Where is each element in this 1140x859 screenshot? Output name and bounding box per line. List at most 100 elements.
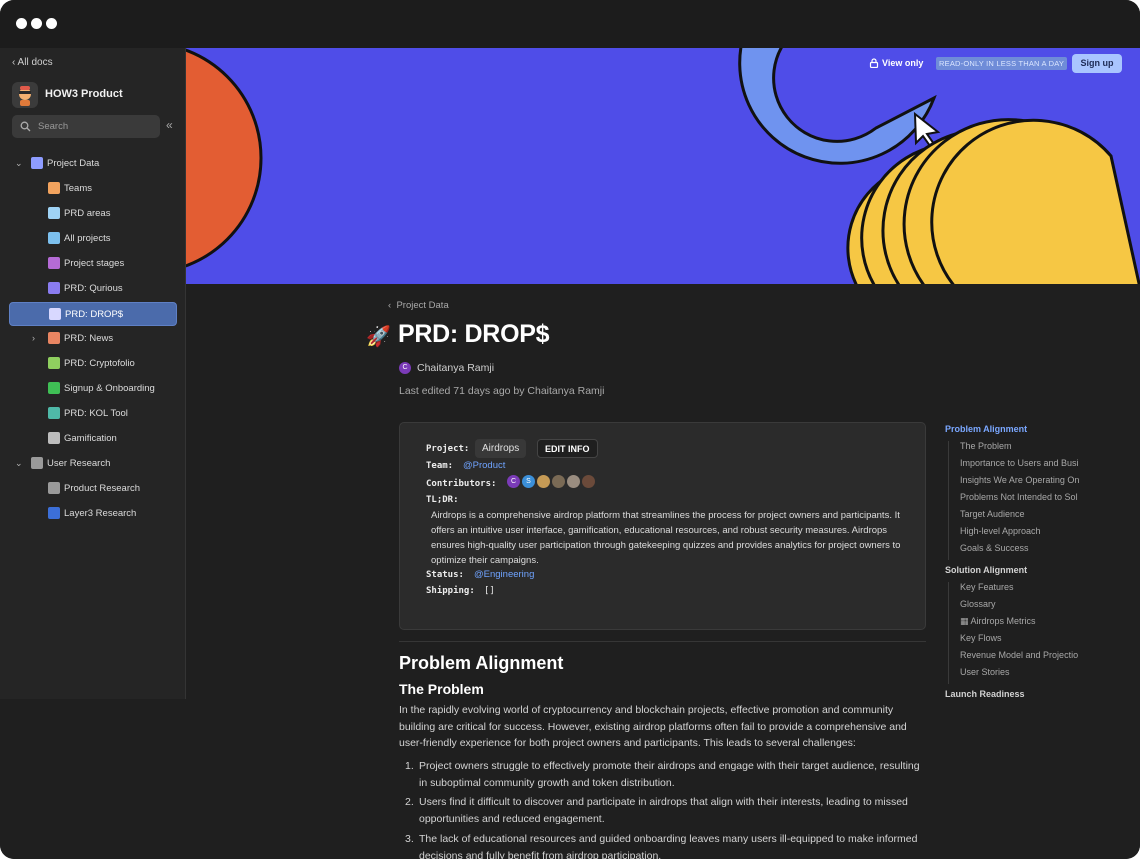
contributor-avatar[interactable] bbox=[552, 475, 565, 488]
toc-item[interactable]: Problems Not Intended to Sol bbox=[960, 492, 1086, 502]
edit-info-button[interactable]: EDIT INFO bbox=[537, 439, 598, 458]
list-text: Project owners struggle to effectively p… bbox=[419, 760, 920, 789]
check-icon bbox=[48, 382, 60, 394]
status-mention[interactable]: @Engineering bbox=[474, 569, 534, 580]
sidebar-item[interactable]: Teams bbox=[9, 177, 177, 201]
sidebar-item[interactable]: PRD areas bbox=[9, 202, 177, 226]
sidebar-item-label: User Research bbox=[47, 458, 111, 469]
sidebar-item[interactable]: Gamification bbox=[9, 427, 177, 451]
project-key: Project: bbox=[426, 444, 470, 454]
sidebar-item[interactable]: PRD: Qurious bbox=[9, 277, 177, 301]
contributor-avatar[interactable]: C bbox=[507, 475, 520, 488]
shipping-key: Shipping: bbox=[426, 586, 475, 596]
sidebar-item-label: PRD areas bbox=[64, 208, 111, 219]
app-window: ‹ All docs HOW3 Product Search « ⌄ Projec… bbox=[0, 0, 1140, 859]
breadcrumb-project-data[interactable]: Project Data bbox=[396, 300, 448, 311]
chevron-down-icon[interactable]: ⌄ bbox=[15, 458, 23, 469]
toc-item[interactable]: Glossary bbox=[960, 599, 1086, 609]
pen-icon bbox=[49, 308, 61, 320]
all-docs-link[interactable]: ‹ All docs bbox=[12, 57, 53, 68]
sidebar-item[interactable]: Product Research bbox=[9, 477, 177, 501]
contributor-avatar[interactable] bbox=[567, 475, 580, 488]
status-key: Status: bbox=[426, 570, 464, 580]
toc-item[interactable]: Insights We Are Operating On bbox=[960, 475, 1086, 485]
window-dot[interactable] bbox=[31, 18, 42, 29]
sign-up-button[interactable]: Sign up bbox=[1072, 54, 1122, 73]
list-number: 3. bbox=[405, 833, 414, 845]
globe-icon bbox=[48, 407, 60, 419]
team-mention[interactable]: @Product bbox=[463, 460, 505, 471]
view-only-label: View only bbox=[882, 58, 924, 68]
page-icon bbox=[48, 482, 60, 494]
document-icon bbox=[48, 207, 60, 219]
sidebar-item-label: All projects bbox=[64, 233, 111, 244]
toc-item[interactable]: User Stories bbox=[960, 667, 1086, 677]
search-input[interactable]: Search bbox=[12, 115, 160, 138]
sidebar-item-label: Project stages bbox=[64, 258, 125, 269]
sidebar-item-label: PRD: Cryptofolio bbox=[64, 358, 135, 369]
toc-item[interactable]: Key Features bbox=[960, 582, 1086, 592]
sidebar-item-label: Layer3 Research bbox=[64, 508, 137, 519]
tldr-key: TL;DR: bbox=[426, 495, 459, 505]
sidebar-item[interactable]: PRD: Cryptofolio bbox=[9, 352, 177, 376]
last-edited-text: Last edited 71 days ago by Chaitanya Ram… bbox=[399, 385, 605, 397]
sidebar-item[interactable]: Project stages bbox=[9, 252, 177, 276]
chevron-down-icon[interactable]: ⌄ bbox=[15, 158, 23, 169]
toc-item[interactable]: Key Flows bbox=[960, 633, 1086, 643]
sidebar-item-label: Project Data bbox=[47, 158, 100, 169]
toc-item[interactable]: Target Audience bbox=[960, 509, 1086, 519]
sidebar-item-label: Product Research bbox=[64, 483, 141, 494]
info-card: Project: Airdrops EDIT INFO Team: @Produ… bbox=[399, 422, 926, 630]
newspaper-icon bbox=[48, 332, 60, 344]
problem-paragraph: In the rapidly evolving world of cryptoc… bbox=[399, 704, 907, 749]
toc-section[interactable]: Solution Alignment bbox=[945, 565, 1027, 575]
window-dot[interactable] bbox=[46, 18, 57, 29]
sidebar-item[interactable]: PRD: DROP$ bbox=[9, 302, 177, 326]
lock-icon bbox=[869, 58, 879, 68]
toc-section[interactable]: Launch Readiness bbox=[945, 689, 1025, 699]
sidebar-footer bbox=[0, 699, 186, 859]
page-title: PRD: DROP$ bbox=[398, 320, 550, 348]
readonly-badge: READ-ONLY IN LESS THAN A DAY bbox=[936, 57, 1068, 70]
search-placeholder: Search bbox=[38, 121, 69, 132]
window-dot[interactable] bbox=[16, 18, 27, 29]
breadcrumb[interactable]: ‹ Project Data bbox=[388, 300, 449, 311]
author-avatar: C bbox=[399, 362, 411, 374]
contributor-avatar[interactable]: S bbox=[522, 475, 535, 488]
phone-icon bbox=[48, 282, 60, 294]
collapse-sidebar-icon[interactable]: « bbox=[166, 119, 173, 131]
toc-item[interactable]: Importance to Users and Busi bbox=[960, 458, 1086, 468]
workspace-logo-icon bbox=[12, 82, 38, 108]
project-chip[interactable]: Airdrops bbox=[475, 439, 527, 458]
contributor-avatar[interactable] bbox=[537, 475, 550, 488]
toc-item[interactable]: The Problem bbox=[960, 441, 1086, 451]
sidebar-item[interactable]: All projects bbox=[9, 227, 177, 251]
toc-item[interactable]: High-level Approach bbox=[960, 526, 1086, 536]
sidebar-item-label: PRD: Qurious bbox=[64, 283, 123, 294]
sidebar: ‹ All docs HOW3 Product Search « ⌄ Projec… bbox=[0, 48, 186, 699]
sidebar-item[interactable]: › PRD: News bbox=[9, 327, 177, 351]
chevron-right-icon[interactable]: › bbox=[32, 333, 35, 343]
contributor-avatar[interactable] bbox=[582, 475, 595, 488]
sidebar-item[interactable]: Layer3 Research bbox=[9, 502, 177, 526]
sidebar-item[interactable]: Signup & Onboarding bbox=[9, 377, 177, 401]
team-key: Team: bbox=[426, 461, 454, 471]
search-icon bbox=[20, 121, 31, 132]
stages-icon bbox=[48, 257, 60, 269]
toc-section[interactable]: Problem Alignment bbox=[945, 424, 1027, 434]
table-of-contents: Problem Alignment The Problem Importance t… bbox=[945, 424, 1140, 700]
list-number: 2. bbox=[405, 796, 414, 808]
toc-item[interactable]: ▦ Airdrops Metrics bbox=[960, 616, 1086, 627]
cover-illustration bbox=[186, 48, 1140, 284]
sidebar-item[interactable]: PRD: KOL Tool bbox=[9, 402, 177, 426]
page-icon bbox=[31, 457, 43, 469]
sidebar-item[interactable]: ⌄ Project Data bbox=[9, 152, 177, 176]
toc-item[interactable]: Revenue Model and Projectio bbox=[960, 650, 1086, 660]
divider bbox=[399, 641, 926, 642]
author-name[interactable]: Chaitanya Ramji bbox=[417, 362, 494, 374]
toc-item[interactable]: Goals & Success bbox=[960, 543, 1086, 553]
sidebar-item[interactable]: ⌄ User Research bbox=[9, 452, 177, 476]
shipping-value: [] bbox=[484, 586, 495, 596]
heading-problem-alignment: Problem Alignment bbox=[399, 653, 564, 673]
folder-icon bbox=[48, 232, 60, 244]
